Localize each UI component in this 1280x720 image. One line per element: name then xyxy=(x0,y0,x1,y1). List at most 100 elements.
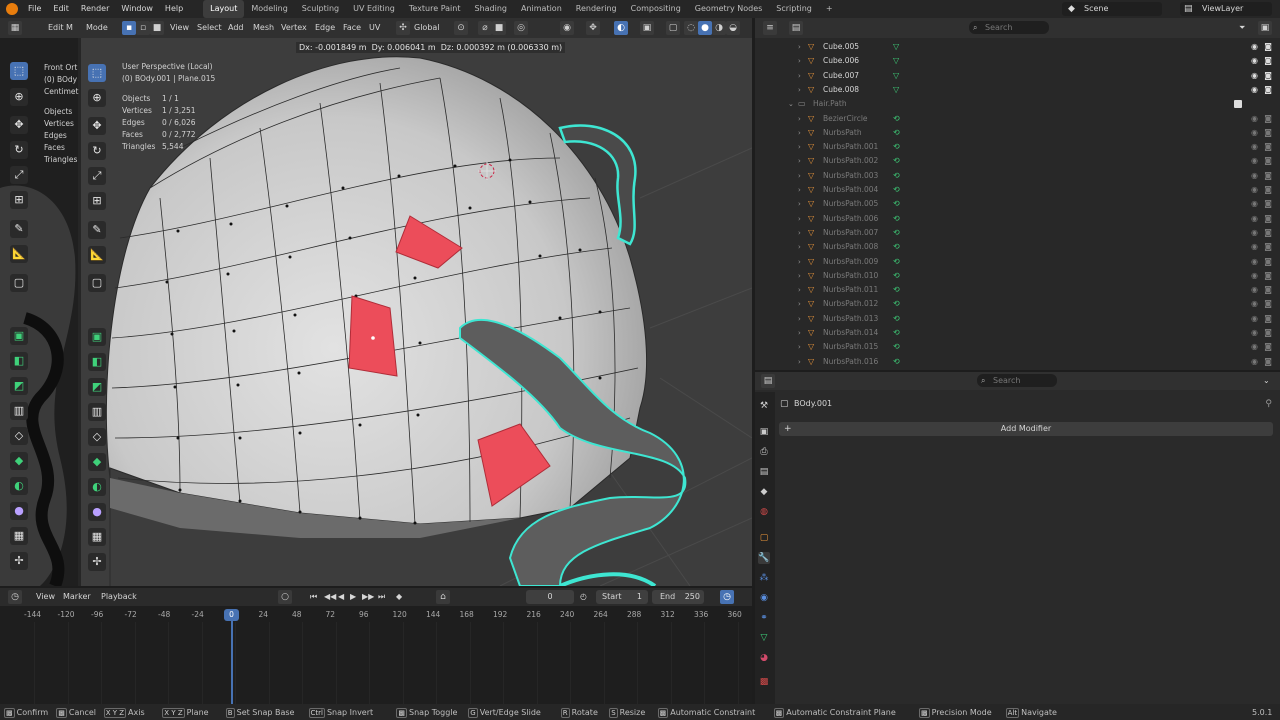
material-shading-icon[interactable]: ◑ xyxy=(712,21,726,35)
expand-arrow-icon[interactable]: › xyxy=(798,154,801,168)
outliner-item[interactable]: › ▽ NurbsPath.013 ⟲ ◉ ◙ xyxy=(760,312,1276,326)
view-layer-tab-icon[interactable]: ▤ xyxy=(758,466,770,478)
menu-view[interactable]: View xyxy=(170,21,189,35)
eye-icon[interactable]: ◉ xyxy=(1251,197,1258,211)
expand-arrow-icon[interactable]: › xyxy=(798,269,801,283)
curve-data-icon[interactable]: ⟲ xyxy=(893,283,900,297)
inset-icon[interactable]: ◧ xyxy=(10,352,28,370)
shear-icon[interactable]: ✢ xyxy=(88,553,106,571)
blender-logo-icon[interactable] xyxy=(6,3,18,15)
keying-set-icon[interactable]: ⌂ xyxy=(436,590,450,604)
outliner-item[interactable]: › ▽ NurbsPath.010 ⟲ ◉ ◙ xyxy=(760,269,1276,283)
menu-window[interactable]: Window xyxy=(115,0,159,18)
eye-icon[interactable]: ◉ xyxy=(1251,312,1258,326)
transform-icon[interactable]: ⊞ xyxy=(88,192,106,210)
annotate-icon[interactable]: ✎ xyxy=(88,221,106,239)
eye-icon[interactable]: ◉ xyxy=(1251,326,1258,340)
material-tab-icon[interactable]: ◕ xyxy=(758,652,770,664)
mesh-data-icon[interactable]: ▽ xyxy=(893,54,899,68)
transform-orientation-dropdown[interactable]: Global xyxy=(414,21,440,35)
tab-texture-paint[interactable]: Texture Paint xyxy=(402,0,468,18)
outliner-item[interactable]: › ▽ BezierCircle ⟲ ◉ ◙ xyxy=(760,112,1276,126)
editor-type-icon[interactable]: ▦ xyxy=(8,21,22,35)
curve-data-icon[interactable]: ⟲ xyxy=(893,197,900,211)
tab-animation[interactable]: Animation xyxy=(514,0,569,18)
mesh-data-icon[interactable]: ▽ xyxy=(893,69,899,83)
outliner-item[interactable]: › ▽ NurbsPath.005 ⟲ ◉ ◙ xyxy=(760,197,1276,211)
eye-icon[interactable]: ◉ xyxy=(1251,54,1258,68)
mesh-overlay-icon[interactable]: ▣ xyxy=(640,21,654,35)
data-tab-icon[interactable]: ▽ xyxy=(758,632,770,644)
play-reverse-icon[interactable]: ◀ xyxy=(338,590,344,604)
eye-icon[interactable]: ◉ xyxy=(1251,269,1258,283)
eye-icon[interactable]: ◉ xyxy=(1251,69,1258,83)
menu-mesh[interactable]: Mesh xyxy=(253,21,274,35)
mesh-data-icon[interactable]: ▽ xyxy=(893,83,899,97)
eye-icon[interactable]: ◉ xyxy=(1251,83,1258,97)
render-visibility-icon[interactable]: ◙ xyxy=(1264,83,1272,97)
move-icon[interactable]: ✥ xyxy=(10,116,28,134)
render-tab-icon[interactable]: ▣ xyxy=(758,426,770,438)
view-layer-selector[interactable]: ▤ ViewLayer xyxy=(1180,2,1272,16)
expand-arrow-icon[interactable]: ⌄ xyxy=(788,97,794,111)
outliner-item[interactable]: › ▽ NurbsPath.014 ⟲ ◉ ◙ xyxy=(760,326,1276,340)
eye-icon[interactable]: ◉ xyxy=(1251,226,1258,240)
expand-arrow-icon[interactable]: › xyxy=(798,255,801,269)
curve-data-icon[interactable]: ⟲ xyxy=(893,140,900,154)
render-visibility-icon[interactable]: ◙ xyxy=(1264,154,1272,168)
jump-end-icon[interactable]: ⏭ xyxy=(378,590,385,604)
rendered-shading-icon[interactable]: ◒ xyxy=(726,21,740,35)
particles-tab-icon[interactable]: ⁂ xyxy=(758,572,770,584)
render-visibility-icon[interactable]: ◙ xyxy=(1264,326,1272,340)
outliner-item[interactable]: › ▽ NurbsPath.001 ⟲ ◉ ◙ xyxy=(760,140,1276,154)
inset-icon[interactable]: ◧ xyxy=(88,353,106,371)
menu-add[interactable]: Add xyxy=(228,21,244,35)
mode-dropdown[interactable]: Mode xyxy=(86,21,108,35)
outliner-item[interactable]: › ▽ NurbsPath.011 ⟲ ◉ ◙ xyxy=(760,283,1276,297)
eye-icon[interactable]: ◉ xyxy=(1251,154,1258,168)
spin-icon[interactable]: ◐ xyxy=(10,477,28,495)
keyframe-icon[interactable]: ◆ xyxy=(396,590,402,604)
outliner-item[interactable]: › ▽ NurbsPath.002 ⟲ ◉ ◙ xyxy=(760,154,1276,168)
select-box-icon[interactable]: ⬚ xyxy=(10,62,28,80)
curve-data-icon[interactable]: ⟲ xyxy=(893,126,900,140)
curve-data-icon[interactable]: ⟲ xyxy=(893,355,900,369)
edge-slide-icon[interactable]: ▦ xyxy=(88,528,106,546)
menu-face[interactable]: Face xyxy=(343,21,361,35)
modifier-tab-icon[interactable]: 🔧 xyxy=(758,552,770,564)
eye-icon[interactable]: ◉ xyxy=(1251,169,1258,183)
timeline-body[interactable] xyxy=(0,606,752,704)
outliner-item[interactable]: › ▽ NurbsPath.004 ⟲ ◉ ◙ xyxy=(760,183,1276,197)
move-icon[interactable]: ✥ xyxy=(88,117,106,135)
outliner-item[interactable]: › ▽ NurbsPath ⟲ ◉ ◙ xyxy=(760,126,1276,140)
outliner-item[interactable]: › ▽ NurbsPath.016 ⟲ ◉ ◙ xyxy=(760,355,1276,369)
menu-edge[interactable]: Edge xyxy=(315,21,335,35)
scale-icon[interactable]: ⤢ xyxy=(88,167,106,185)
expand-arrow-icon[interactable]: › xyxy=(798,183,801,197)
pivot-icon[interactable]: ⊙ xyxy=(454,21,468,35)
current-frame-field[interactable]: 0 xyxy=(526,590,574,604)
xray-icon[interactable]: ▢ xyxy=(666,21,680,35)
curve-data-icon[interactable]: ⟲ xyxy=(893,169,900,183)
expand-arrow-icon[interactable]: › xyxy=(798,240,801,254)
outliner-item[interactable]: › ▽ Cube.007 ▽ ◉ ◙ xyxy=(760,69,1276,83)
tool-tab-icon[interactable]: ⚒ xyxy=(758,400,770,412)
render-visibility-icon[interactable]: ◙ xyxy=(1264,240,1272,254)
add-cube-icon[interactable]: ▢ xyxy=(88,274,106,292)
properties-search[interactable]: ⌕ Search xyxy=(977,374,1057,387)
transform-icon[interactable]: ⊞ xyxy=(10,191,28,209)
expand-arrow-icon[interactable]: › xyxy=(798,54,801,68)
jump-start-icon[interactable]: ⏮ xyxy=(310,590,317,604)
outliner-item[interactable]: › ▽ NurbsPath.003 ⟲ ◉ ◙ xyxy=(760,169,1276,183)
constraints-tab-icon[interactable]: ⚭ xyxy=(758,612,770,624)
loop-cut-icon[interactable]: ▥ xyxy=(88,403,106,421)
expand-arrow-icon[interactable]: › xyxy=(798,312,801,326)
poly-build-icon[interactable]: ◆ xyxy=(88,453,106,471)
timeline-menu-view[interactable]: View xyxy=(36,590,55,604)
prev-key-icon[interactable]: ◀◀ xyxy=(324,590,336,604)
tab-rendering[interactable]: Rendering xyxy=(569,0,624,18)
object-tab-icon[interactable]: ▢ xyxy=(758,532,770,544)
outliner-item[interactable]: › ▽ NurbsPath.015 ⟲ ◉ ◙ xyxy=(760,340,1276,354)
render-visibility-icon[interactable]: ◙ xyxy=(1264,69,1272,83)
outliner-search[interactable]: ⌕ Search xyxy=(969,21,1049,34)
